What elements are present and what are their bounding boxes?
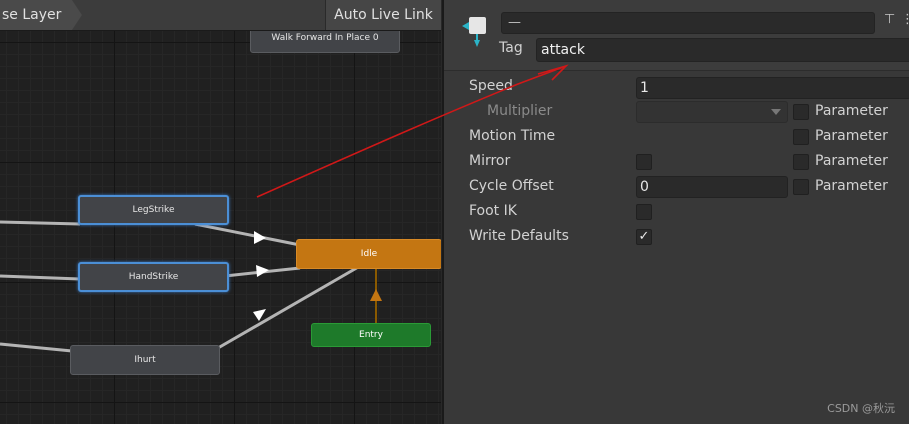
transition-line — [0, 342, 73, 353]
transition-arrow — [256, 265, 269, 277]
foot-ik-label: Foot IK — [469, 203, 517, 219]
state-node-entry[interactable]: Entry — [311, 323, 431, 347]
transition-line — [0, 274, 81, 281]
cycle-offset-parameter-label: Parameter — [815, 178, 888, 194]
inspector-header: — ⊤ ⋮ Tag attack — [444, 0, 909, 71]
animator-state-icon — [462, 17, 486, 47]
inspector-panel: — ⊤ ⋮ Tag attack Speed 1 Multiplier Para… — [442, 0, 909, 424]
mirror-parameter-label: Parameter — [815, 153, 888, 169]
write-defaults-checkbox[interactable]: ✓ — [636, 229, 652, 245]
settings-icon[interactable]: ⋮ — [901, 12, 909, 27]
state-name-field[interactable]: — — [501, 12, 875, 34]
cycle-offset-parameter-checkbox[interactable] — [793, 179, 809, 195]
layout-icon[interactable]: ⊤ — [884, 12, 895, 27]
mirror-label: Mirror — [469, 153, 511, 169]
chevron-down-icon — [771, 109, 781, 115]
auto-live-link-button[interactable]: Auto Live Link — [325, 0, 441, 30]
transition-line — [0, 220, 81, 226]
motion-time-label: Motion Time — [469, 128, 556, 144]
motion-time-parameter-checkbox[interactable] — [793, 129, 809, 145]
mirror-checkbox[interactable] — [636, 154, 652, 170]
entry-transition-arrow — [370, 289, 382, 301]
transition-arrow — [253, 309, 266, 321]
foot-ik-checkbox[interactable] — [636, 204, 652, 220]
speed-label: Speed — [469, 78, 513, 94]
state-node-handstrike[interactable]: HandStrike — [78, 262, 229, 292]
speed-field[interactable]: 1 — [636, 77, 909, 99]
graph-toolbar: se Layer Auto Live Link — [0, 0, 441, 31]
watermark: CSDN @秋沅 — [827, 402, 895, 415]
cycle-offset-label: Cycle Offset — [469, 178, 554, 194]
multiplier-dropdown[interactable] — [636, 101, 788, 123]
multiplier-label: Multiplier — [487, 103, 553, 119]
tag-input[interactable]: attack — [536, 38, 909, 62]
tag-label: Tag — [499, 40, 523, 56]
transition-arrow — [254, 231, 266, 244]
multiplier-parameter-label: Parameter — [815, 103, 888, 119]
breadcrumb-layer[interactable]: se Layer — [0, 0, 82, 30]
state-node-idle[interactable]: Idle — [296, 239, 441, 269]
animator-graph[interactable]: Walk Forward In Place 0 LegStrike HandSt… — [0, 0, 441, 424]
state-node-hurt[interactable]: Ihurt — [70, 345, 220, 375]
mirror-parameter-checkbox[interactable] — [793, 154, 809, 170]
motion-time-parameter-label: Parameter — [815, 128, 888, 144]
write-defaults-label: Write Defaults — [469, 228, 569, 244]
transition-line — [194, 222, 301, 247]
cycle-offset-field[interactable]: 0 — [636, 176, 788, 198]
state-node-legstrike[interactable]: LegStrike — [78, 195, 229, 225]
multiplier-parameter-checkbox[interactable] — [793, 104, 809, 120]
